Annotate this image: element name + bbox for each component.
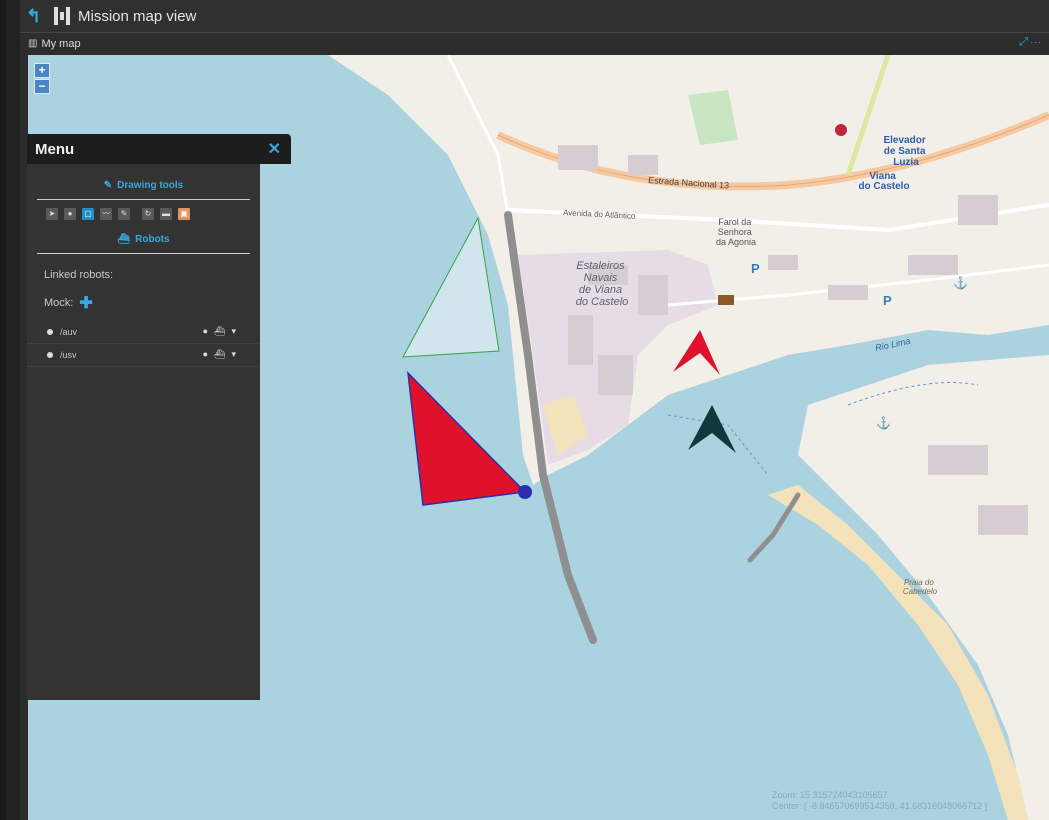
robots-label: Robots (135, 234, 170, 245)
zoom-controls: + − (34, 63, 50, 94)
svg-text:⚓: ⚓ (876, 416, 891, 430)
map-label-shipyard-0: Estaleiros (576, 260, 625, 272)
drawn-triangle-light (402, 216, 500, 358)
robot-name: /auv (60, 327, 78, 337)
robots-heading[interactable]: ⛴ Robots (27, 220, 260, 245)
drawing-toolbar: ➤ ● ▢ 〰 ✎ ↻ ▬ ▣ (27, 200, 260, 220)
locate-pin-icon[interactable]: ● (203, 349, 214, 359)
add-robot-icon[interactable]: ✚ (79, 293, 92, 313)
robot-status-dot (47, 329, 53, 335)
chevron-down-icon[interactable]: ▾ (231, 326, 242, 336)
map-label-shipyard-3: do Castelo (576, 296, 629, 308)
pencil-tool-icon[interactable]: ✎ (118, 208, 130, 220)
panel-title: My map (41, 37, 81, 50)
refresh-icon[interactable]: ↻ (142, 208, 154, 220)
map-label-praia-0: Praia do (904, 578, 934, 587)
menu-header: Menu ✕ (27, 134, 291, 164)
map-label-parking-2: P (883, 293, 892, 308)
chevron-down-icon[interactable]: ▾ (231, 349, 242, 359)
breakwater-east (747, 492, 801, 563)
more-options-icon[interactable]: ⋯ (1030, 36, 1043, 48)
svg-text:Estaleiros Navais: Estaleiros Navais de Viana do Castelo (576, 260, 629, 308)
map-icon: ▥ (28, 38, 38, 49)
drawing-tools-label: Drawing tools (117, 180, 184, 191)
map-label-lighthouse-1: Senhora (718, 227, 752, 237)
center-readout: Center: [ -8.846570699514358, 41.6831604… (772, 801, 988, 811)
mock-row: Mock: ✚ (27, 281, 260, 313)
polyline-tool-icon[interactable]: 〰 (100, 208, 112, 220)
zoom-readout: Zoom: 15.315724043105657 (772, 790, 888, 800)
svg-text:Farol da Senhora d: Farol da Senhora da Agonia (716, 217, 756, 247)
linked-robots-label: Linked robots: (44, 269, 114, 281)
mock-label: Mock: (44, 297, 74, 309)
menu-title: Menu (35, 140, 75, 158)
page-title: Mission map view (78, 7, 197, 25)
drawing-vertex-handle (518, 485, 532, 499)
map-label-praia-1: Cabedelo (903, 587, 938, 596)
zoom-in-button[interactable]: + (34, 63, 50, 78)
map-label-shipyard-2: de Viana (579, 284, 622, 296)
map-label-lighthouse-0: Farol da (718, 217, 751, 227)
zoom-out-button[interactable]: − (34, 79, 50, 94)
drawing-tools-heading[interactable]: ✎ Drawing tools (27, 164, 260, 191)
expand-icon[interactable]: ⤢ (1019, 36, 1030, 48)
save-icon[interactable]: ▣ (178, 208, 190, 220)
back-arrow-icon[interactable]: ↰ (26, 6, 48, 27)
map-label-parking-1: P (751, 261, 760, 276)
drawn-triangle-red (407, 370, 527, 506)
robot-row-usv[interactable]: /usv ●⛴▾ (27, 344, 260, 367)
map-status: Zoom: 15.315724043105657 Center: [ -8.84… (772, 790, 987, 812)
svg-text:⚓: ⚓ (953, 276, 968, 290)
boat-icon[interactable]: ⛴ (214, 326, 231, 336)
robot-row-auv[interactable]: /auv ●⛴▾ (27, 321, 260, 344)
menu-panel: Menu ✕ ✎ Drawing tools ➤ ● ▢ 〰 ✎ ↻ ▬ ▣ ⛴ R… (27, 134, 291, 700)
robot-name: /usv (60, 350, 77, 360)
svg-text:Praia do Cabedelo: Praia do Cabedelo (903, 578, 938, 596)
map-label-elevador-0: Elevador (883, 135, 925, 146)
map-label-shipyard-1: Navais (584, 272, 618, 284)
menu-body: ✎ Drawing tools ➤ ● ▢ 〰 ✎ ↻ ▬ ▣ ⛴ Robots L… (27, 164, 260, 700)
dashboard-icon (54, 7, 72, 25)
panel-header: ▥ My map ⤢⋯ (20, 33, 1049, 54)
map-label-elevador-1: de Santa (884, 146, 926, 157)
marker-pin-icon[interactable]: ● (64, 208, 76, 220)
header-bar: ↰ Mission map view (20, 0, 1049, 33)
close-icon[interactable]: ✕ (268, 139, 281, 159)
polygon-tool-icon[interactable]: ▢ (82, 208, 94, 220)
locate-pin-icon[interactable]: ● (203, 326, 214, 336)
trash-icon[interactable]: ▬ (160, 208, 172, 220)
usv-arrow-marker (688, 405, 736, 453)
map-label-elevador-2: Luzia (893, 157, 919, 168)
map-label-lighthouse-2: da Agonia (716, 237, 756, 247)
boat-icon[interactable]: ⛴ (214, 349, 231, 359)
robot-status-dot (47, 352, 53, 358)
pencil-icon: ✎ (103, 180, 113, 191)
robot-icon: ⛴ (117, 234, 131, 245)
select-cursor-icon[interactable]: ➤ (46, 208, 58, 220)
side-toolbar-strip[interactable] (6, 0, 20, 820)
map-label-viana-1: do Castelo (858, 181, 909, 192)
